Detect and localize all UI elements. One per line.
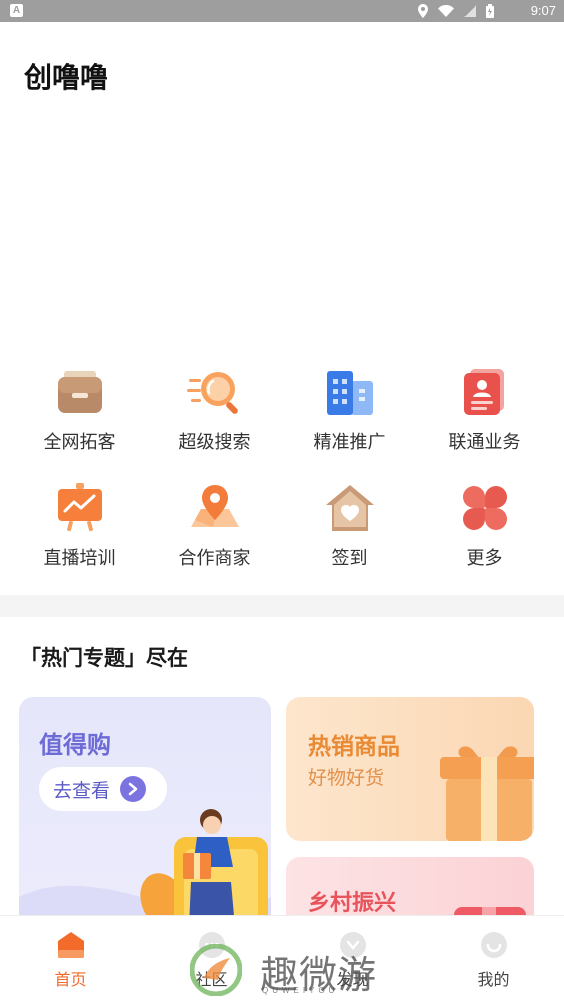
function-grid: 全网拓客 超级搜索 精准推广 联通业务 直播培训 合作商家 签到 更多 (12, 364, 552, 576)
grid-item-more[interactable]: 更多 (417, 480, 552, 576)
location-icon (418, 4, 428, 18)
grid-item-label: 签到 (331, 548, 368, 569)
grid-item-precise-promotion[interactable]: 精准推广 (282, 364, 417, 460)
wifi-icon (438, 5, 454, 17)
home-icon (57, 932, 84, 958)
grid-item-label: 合作商家 (178, 548, 251, 569)
grid-item-label: 更多 (466, 548, 503, 569)
tab-mine[interactable]: 我的 (423, 916, 564, 1003)
grid-item-partner-merchants[interactable]: 合作商家 (147, 480, 282, 576)
tab-label: 首页 (54, 970, 87, 989)
grid-item-label: 精准推广 (313, 432, 386, 453)
grid-item-label: 直播培训 (43, 548, 116, 569)
status-time: 9:07 (530, 3, 556, 18)
chart-board-icon (52, 480, 108, 536)
grid-item-unicom-business[interactable]: 联通业务 (417, 364, 552, 460)
signal-icon (464, 5, 476, 17)
tab-label: 社区 (195, 970, 228, 989)
grid-item-super-search[interactable]: 超级搜索 (147, 364, 282, 460)
briefcase-icon (52, 364, 108, 420)
card-hot-products[interactable]: 热销商品 好物好货 (286, 697, 534, 841)
buildings-icon (322, 364, 378, 420)
battery-icon (486, 4, 494, 18)
clover-icon (457, 480, 513, 536)
profile-icon (480, 932, 507, 958)
status-icons (418, 4, 494, 18)
card-title: 热销商品 (308, 734, 400, 760)
section-divider (0, 595, 564, 617)
tab-community[interactable]: 社区 (141, 916, 282, 1003)
notification-icon: A (10, 4, 23, 17)
tab-discover[interactable]: 发现 (282, 916, 423, 1003)
house-heart-icon (322, 480, 378, 536)
bottom-tab-bar: 首页 社区 发现 我的 (0, 915, 564, 1003)
chat-icon (198, 932, 225, 958)
gift-box-icon (440, 746, 534, 841)
search-icon (186, 364, 243, 420)
tab-home[interactable]: 首页 (0, 916, 141, 1003)
grid-item-label: 全网拓客 (43, 432, 116, 453)
grid-item-label: 联通业务 (448, 432, 521, 453)
compass-icon (339, 932, 366, 958)
grid-item-live-training[interactable]: 直播培训 (12, 480, 147, 576)
document-icon (457, 364, 513, 420)
shopping-person-illustration (19, 809, 271, 927)
grid-item-check-in[interactable]: 签到 (282, 480, 417, 576)
tab-label: 发现 (336, 970, 369, 989)
card-worth-buying[interactable]: 值得购 去查看 (19, 697, 271, 927)
card-subtitle: 好物好货 (308, 767, 385, 789)
map-pin-icon (187, 480, 243, 536)
tab-label: 我的 (477, 970, 510, 989)
page-title: 创噜噜 (24, 61, 109, 94)
grid-item-full-network[interactable]: 全网拓客 (12, 364, 147, 460)
section-title: 「热门专题」尽在 (20, 646, 188, 670)
grid-item-label: 超级搜索 (178, 432, 251, 453)
card-title: 乡村振兴 (308, 891, 397, 916)
status-bar: A 9:07 (0, 0, 564, 22)
